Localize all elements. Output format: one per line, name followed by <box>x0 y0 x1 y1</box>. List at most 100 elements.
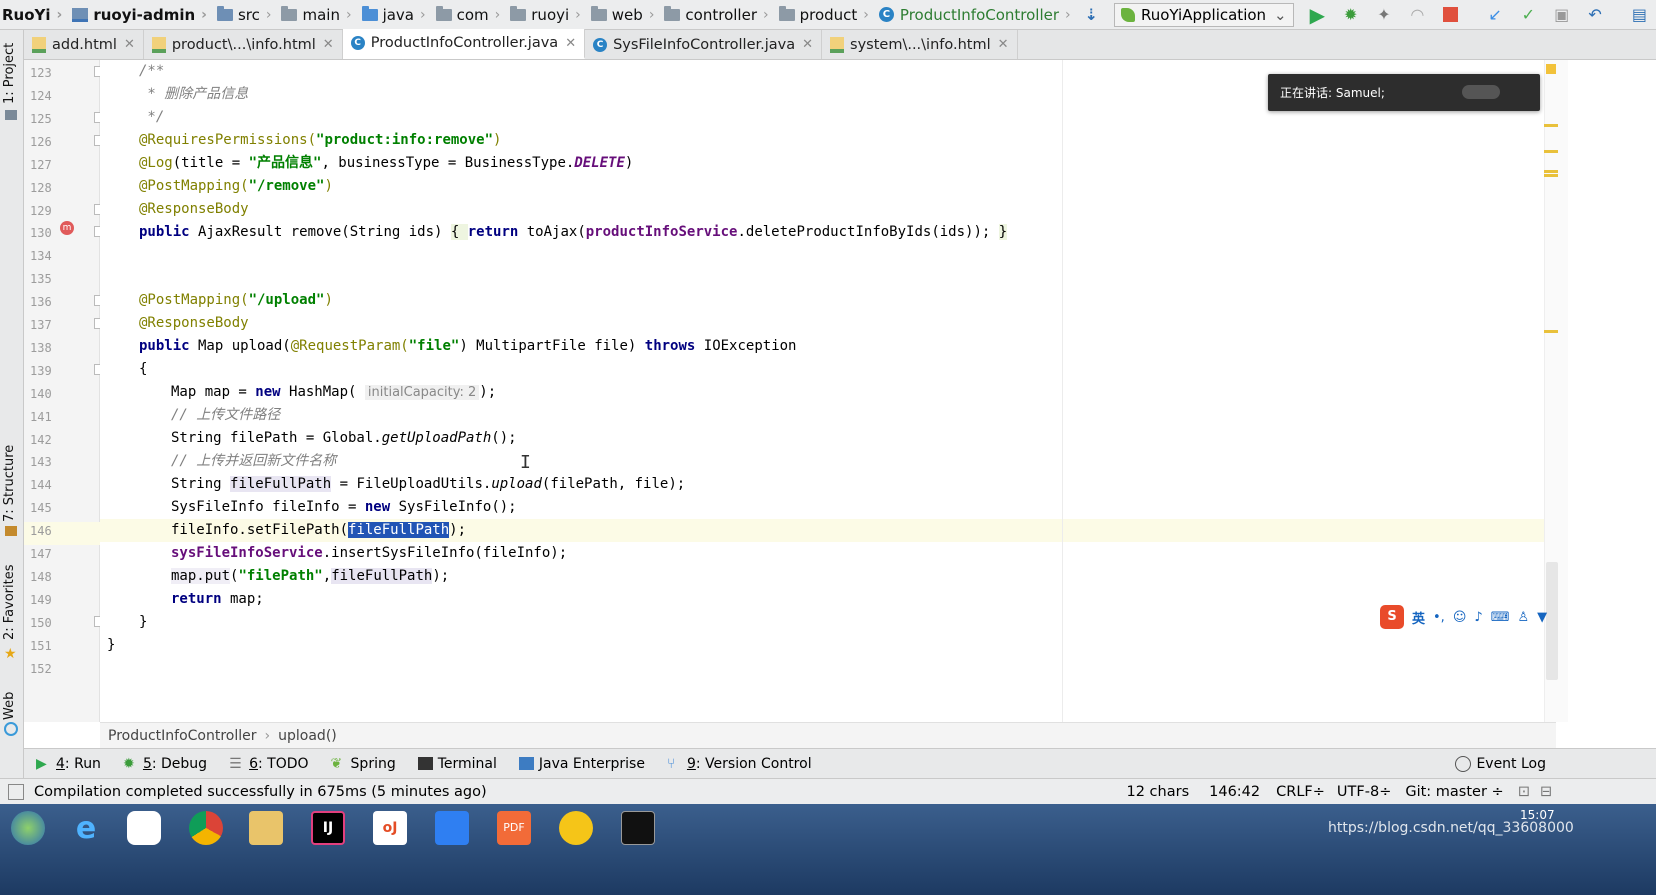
code-line: String fileFullPath = FileUploadUtils.up… <box>171 476 686 492</box>
start-button[interactable] <box>0 808 56 848</box>
tab-system-info-html[interactable]: system\...\info.html ✕ <box>822 30 1018 59</box>
file-encoding[interactable]: UTF-8÷ <box>1337 784 1391 800</box>
warning-marker[interactable] <box>1544 330 1558 333</box>
pdf-reader-icon[interactable]: PDF <box>486 808 542 848</box>
line-number: 150 <box>30 616 52 630</box>
todo-tool-button[interactable]: ☰ 6: TODO <box>229 756 308 773</box>
terminal-tool-button[interactable]: Terminal <box>417 756 497 772</box>
revert-icon[interactable]: ↶ <box>1585 5 1604 25</box>
caret-position[interactable]: 146:42 <box>1209 784 1260 800</box>
memory-indicator-icon[interactable]: ⊟ <box>1540 784 1552 800</box>
skin-icon[interactable]: ▼ <box>1537 610 1547 625</box>
lock-icon[interactable]: ⊡ <box>1518 784 1530 800</box>
web-tool-button[interactable]: Web <box>2 692 17 720</box>
microphone-icon[interactable]: ♪ <box>1474 610 1482 625</box>
tool-window-toggle-icon[interactable] <box>8 783 24 800</box>
debug-icon: ✹ <box>122 756 135 772</box>
user-icon[interactable]: ♙ <box>1517 610 1529 625</box>
coverage-icon[interactable]: ✦ <box>1374 5 1393 25</box>
line-number-gutter[interactable]: 123 124 125 126 127 128 129 130 134 135 … <box>24 60 130 722</box>
close-icon[interactable]: ✕ <box>323 37 334 52</box>
line-number: 134 <box>30 249 52 263</box>
emoji-icon[interactable]: ☺ <box>1453 610 1467 625</box>
mouse-text-cursor-icon: I <box>520 452 531 473</box>
internet-explorer-icon[interactable]: e <box>58 808 114 848</box>
code-line-current: fileInfo.setFilePath(fileFullPath); <box>100 519 1544 542</box>
command-prompt-icon[interactable] <box>610 808 666 848</box>
code-line: public AjaxResult remove(String ids) { r… <box>139 224 1008 240</box>
debug-icon[interactable]: ✹ <box>1341 5 1360 25</box>
tab-add-html[interactable]: add.html ✕ <box>24 30 144 59</box>
structure-icon[interactable]: ▤ <box>1630 5 1649 25</box>
close-icon[interactable]: ✕ <box>124 37 135 52</box>
close-icon[interactable]: ✕ <box>802 37 813 52</box>
vcs-update-icon[interactable]: ↙ <box>1485 5 1504 25</box>
tab-product-info-controller[interactable]: C ProductInfoController.java ✕ <box>342 29 586 59</box>
stop-icon[interactable] <box>1441 5 1460 25</box>
keyboard-icon[interactable]: ⌨ <box>1491 610 1510 625</box>
spring-tool-button[interactable]: ❦ Spring <box>331 756 396 773</box>
spring-icon <box>1121 7 1135 22</box>
close-icon[interactable]: ✕ <box>565 36 576 51</box>
run-config-select[interactable]: RuoYiApplication ⌄ <box>1114 2 1294 27</box>
crumb-controller[interactable]: controller › <box>658 0 772 30</box>
crumb-web[interactable]: web › <box>585 0 659 30</box>
punctuation-icon[interactable]: •, <box>1433 610 1445 625</box>
right-margin-guide <box>1062 60 1063 722</box>
warning-marker[interactable] <box>1544 170 1558 173</box>
crumb-src[interactable]: src › <box>211 0 276 30</box>
warning-marker[interactable] <box>1544 124 1558 127</box>
version-control-tool-button[interactable]: ⑂ 9: Version Control <box>667 756 812 773</box>
office-icon[interactable]: oJ <box>362 808 418 848</box>
code-line: // 上传文件路径 <box>171 407 281 423</box>
warning-marker[interactable] <box>1544 150 1558 153</box>
line-number: 123 <box>30 66 52 80</box>
crumb-project[interactable]: RuoYi › <box>0 0 66 30</box>
run-icon[interactable]: ▶ <box>1308 3 1327 27</box>
crumb-product[interactable]: product › <box>773 0 873 30</box>
intellij-icon[interactable]: IJ <box>300 808 356 848</box>
crumb-com[interactable]: com › <box>430 0 505 30</box>
debug-tool-button[interactable]: ✹ 5: Debug <box>122 756 207 773</box>
breadcrumb-method[interactable]: upload() <box>278 728 337 744</box>
crumb-main[interactable]: main › <box>275 0 355 30</box>
navigation-bar: RuoYi › ruoyi-admin › src › main › java › com… <box>0 0 1656 30</box>
java-enterprise-tool-button[interactable]: Java Enterprise <box>518 756 645 772</box>
crumb-ruoyi[interactable]: ruoyi › <box>504 0 585 30</box>
line-separator[interactable]: CRLF÷ <box>1276 784 1325 800</box>
tab-product-info-html[interactable]: product\...\info.html ✕ <box>144 30 343 59</box>
file-explorer-icon[interactable] <box>238 808 294 848</box>
line-number: 140 <box>30 387 52 401</box>
crumb-class[interactable]: C ProductInfoController › <box>873 0 1075 30</box>
tab-sys-file-info-controller[interactable]: C SysFileInfoController.java ✕ <box>585 30 823 59</box>
inspection-status-icon[interactable] <box>1546 64 1556 74</box>
override-marker-icon[interactable]: m <box>60 221 74 235</box>
structure-tool-button[interactable]: 7: Structure <box>2 445 17 522</box>
chat-app-icon[interactable] <box>116 808 172 848</box>
git-branch[interactable]: Git: master ÷ <box>1405 784 1503 800</box>
code-line: @PostMapping("/remove") <box>139 178 333 194</box>
run-tool-button[interactable]: ▶ 4: Run <box>36 756 101 773</box>
status-message[interactable]: Compilation completed successfully in 67… <box>34 784 487 800</box>
event-log-button[interactable]: Event Log <box>1455 755 1546 772</box>
ime-toolbar[interactable]: S 英 •, ☺ ♪ ⌨ ♙ ▼ <box>1380 604 1556 630</box>
line-number: 141 <box>30 410 52 424</box>
meeting-app-icon[interactable] <box>424 808 480 848</box>
line-number: 146 <box>30 524 52 538</box>
chrome-icon[interactable] <box>178 808 234 848</box>
line-number: 135 <box>30 272 52 286</box>
vcs-commit-icon[interactable]: ✓ <box>1519 5 1538 25</box>
crumb-module[interactable]: ruoyi-admin › <box>66 0 211 30</box>
code-editor[interactable]: /** * 删除产品信息 */ @RequiresPermissions("pr… <box>100 60 1544 722</box>
close-icon[interactable]: ✕ <box>998 37 1009 52</box>
notes-app-icon[interactable] <box>548 808 604 848</box>
build-icon[interactable]: ⇣ <box>1082 5 1101 25</box>
warning-marker[interactable] <box>1544 174 1558 177</box>
breadcrumb-class[interactable]: ProductInfoController <box>108 728 257 744</box>
crumb-java[interactable]: java › <box>356 0 430 30</box>
line-number: 138 <box>30 341 52 355</box>
project-tool-button[interactable]: 1: Project <box>2 43 17 104</box>
profile-icon[interactable]: ◠ <box>1408 5 1427 25</box>
favorites-tool-button[interactable]: 2: Favorites <box>2 564 17 640</box>
vcs-history-icon[interactable]: ▣ <box>1552 5 1571 25</box>
